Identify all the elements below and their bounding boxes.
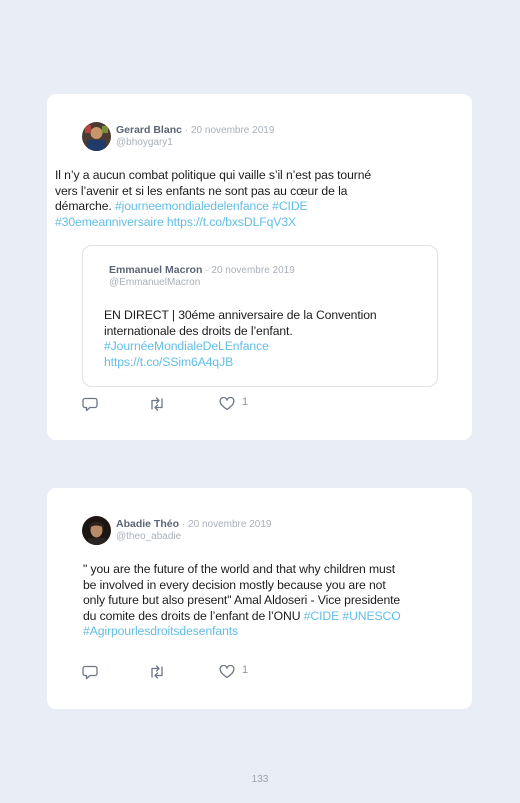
hashtag-link[interactable]: #Agirpourlesdroitsdesenfants (83, 624, 463, 640)
author-name[interactable]: Gerard Blanc (116, 124, 182, 136)
tweet-text-segment: du comite des droits de l’enfant de l’ON… (83, 608, 304, 623)
quoted-tweet[interactable]: Emmanuel Macron · 20 novembre 2019 @Emma… (82, 245, 438, 387)
avatar[interactable] (82, 516, 111, 545)
hashtag-link[interactable]: #CIDE #UNESCO (304, 609, 401, 623)
reply-icon[interactable] (82, 665, 98, 680)
like-count: 1 (242, 396, 249, 408)
tweet-text-segment: démarche. (55, 199, 115, 213)
author-line: Abadie Théo · 20 novembre 2019 (116, 518, 271, 530)
quoted-text-line: internationale des droits de l’enfant. (104, 323, 293, 338)
quoted-tweet-date: · 20 novembre 2019 (205, 265, 295, 276)
heart-icon[interactable] (219, 665, 235, 679)
retweet-icon[interactable] (148, 397, 166, 411)
tweet-text-line: be involved in every decision mostly bec… (83, 577, 386, 592)
tweet-card: Abadie Théo · 20 novembre 2019 @theo_aba… (47, 488, 472, 709)
quoted-author-name[interactable]: Emmanuel Macron (109, 264, 202, 276)
author-handle[interactable]: @bhoygary1 (116, 137, 173, 148)
author-handle[interactable]: @theo_abadie (116, 531, 181, 542)
avatar[interactable] (82, 122, 111, 151)
hashtag-link[interactable]: #journeemondialedelenfance #CIDE (115, 199, 308, 213)
author-line: Gerard Blanc · 20 novembre 2019 (116, 124, 274, 136)
heart-icon[interactable] (219, 397, 235, 411)
hashtag-link[interactable]: #JournéeMondialeDeLEnfance (104, 339, 434, 355)
tweet-text-line: du comite des droits de l’enfant de l’ON… (83, 609, 463, 625)
tweet-text-line: Il n’y a aucun combat politique qui vail… (55, 168, 372, 182)
tweet-text-line: démarche. #journeemondialedelenfance #CI… (55, 199, 455, 215)
tweet-date: · 20 novembre 2019 (184, 125, 275, 136)
like-count: 1 (242, 664, 249, 676)
page-number: 133 (251, 774, 269, 785)
tweet-actions: 1 (82, 396, 282, 413)
author-name[interactable]: Abadie Théo (116, 518, 179, 530)
tweet-text-line: only future but also present" Amal Aldos… (83, 593, 401, 607)
tweet-text-line: " you are the future of the world and th… (83, 562, 395, 576)
reply-icon[interactable] (82, 397, 98, 412)
retweet-icon[interactable] (148, 665, 166, 679)
tweet-actions: 1 (82, 664, 282, 681)
quoted-author-line: Emmanuel Macron · 20 novembre 2019 (109, 264, 295, 276)
quoted-text-line: EN DIRECT | 30éme anniversaire de la Con… (104, 308, 377, 322)
hashtag-link[interactable]: #30emeanniversaire https://t.co/bxsDLFqV… (55, 215, 455, 231)
quoted-author-handle[interactable]: @EmmanuelMacron (109, 277, 200, 288)
tweet-card: Gerard Blanc · 20 novembre 2019 @bhoygar… (47, 94, 472, 440)
tweet-text: Il n’y a aucun combat politique qui vail… (55, 168, 455, 230)
tweet-text-line: vers l’avenir et si les enfants ne sont … (55, 183, 348, 198)
tweet-text: " you are the future of the world and th… (83, 562, 463, 640)
url-link[interactable]: https://t.co/SSim6A4qJB (104, 355, 434, 371)
tweet-date: · 20 novembre 2019 (181, 519, 272, 530)
quoted-tweet-text: EN DIRECT | 30éme anniversaire de la Con… (104, 308, 434, 370)
